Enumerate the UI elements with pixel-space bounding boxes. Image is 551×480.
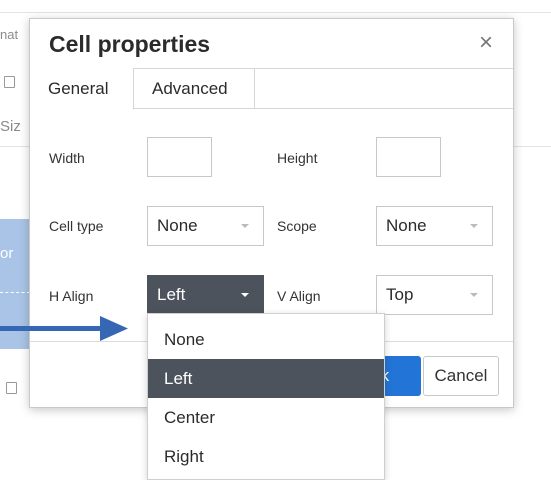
cell-type-label: Cell type xyxy=(49,218,104,234)
chevron-down-icon xyxy=(470,293,478,297)
width-input[interactable] xyxy=(147,137,212,177)
h-align-label: H Align xyxy=(49,288,94,304)
height-label: Height xyxy=(277,150,318,166)
v-align-value: Top xyxy=(386,285,414,304)
table-icon xyxy=(6,382,17,394)
close-icon[interactable]: × xyxy=(473,30,499,56)
menu-item-right[interactable]: Right xyxy=(148,437,384,476)
chevron-down-icon xyxy=(241,224,249,228)
menu-item-center[interactable]: Center xyxy=(148,398,384,437)
editor-fragment-top: nat xyxy=(0,27,19,42)
height-input[interactable] xyxy=(376,137,441,177)
menu-item-left[interactable]: Left xyxy=(148,359,384,398)
h-align-dropdown-menu: None Left Center Right xyxy=(147,313,385,480)
scope-value: None xyxy=(386,216,427,235)
scope-label: Scope xyxy=(277,218,317,234)
chevron-down-icon xyxy=(241,293,249,297)
cell-type-select[interactable]: None xyxy=(147,206,264,246)
menu-item-none[interactable]: None xyxy=(148,320,384,359)
cell-type-value: None xyxy=(157,216,198,235)
h-align-select[interactable]: Left xyxy=(147,275,264,315)
cancel-button[interactable]: Cancel xyxy=(423,356,499,396)
scope-select[interactable]: None xyxy=(376,206,493,246)
tab-bar: General Advanced xyxy=(30,68,513,110)
chevron-down-icon xyxy=(470,224,478,228)
width-label: Width xyxy=(49,150,85,166)
editor-divider-top xyxy=(0,12,551,13)
cell-border-dash xyxy=(0,292,30,293)
tab-advanced[interactable]: Advanced xyxy=(134,68,255,109)
editor-fragment-size: Siz xyxy=(0,118,21,135)
tab-general[interactable]: General xyxy=(30,68,134,110)
h-align-value: Left xyxy=(157,285,186,304)
dialog-header: Cell properties × xyxy=(30,19,513,68)
annotation-arrow-icon xyxy=(0,316,128,341)
v-align-label: V Align xyxy=(277,288,321,304)
dialog-title: Cell properties xyxy=(49,31,211,57)
image-icon xyxy=(4,76,15,88)
v-align-select[interactable]: Top xyxy=(376,275,493,315)
editor-fragment-mid: or xyxy=(0,245,14,262)
